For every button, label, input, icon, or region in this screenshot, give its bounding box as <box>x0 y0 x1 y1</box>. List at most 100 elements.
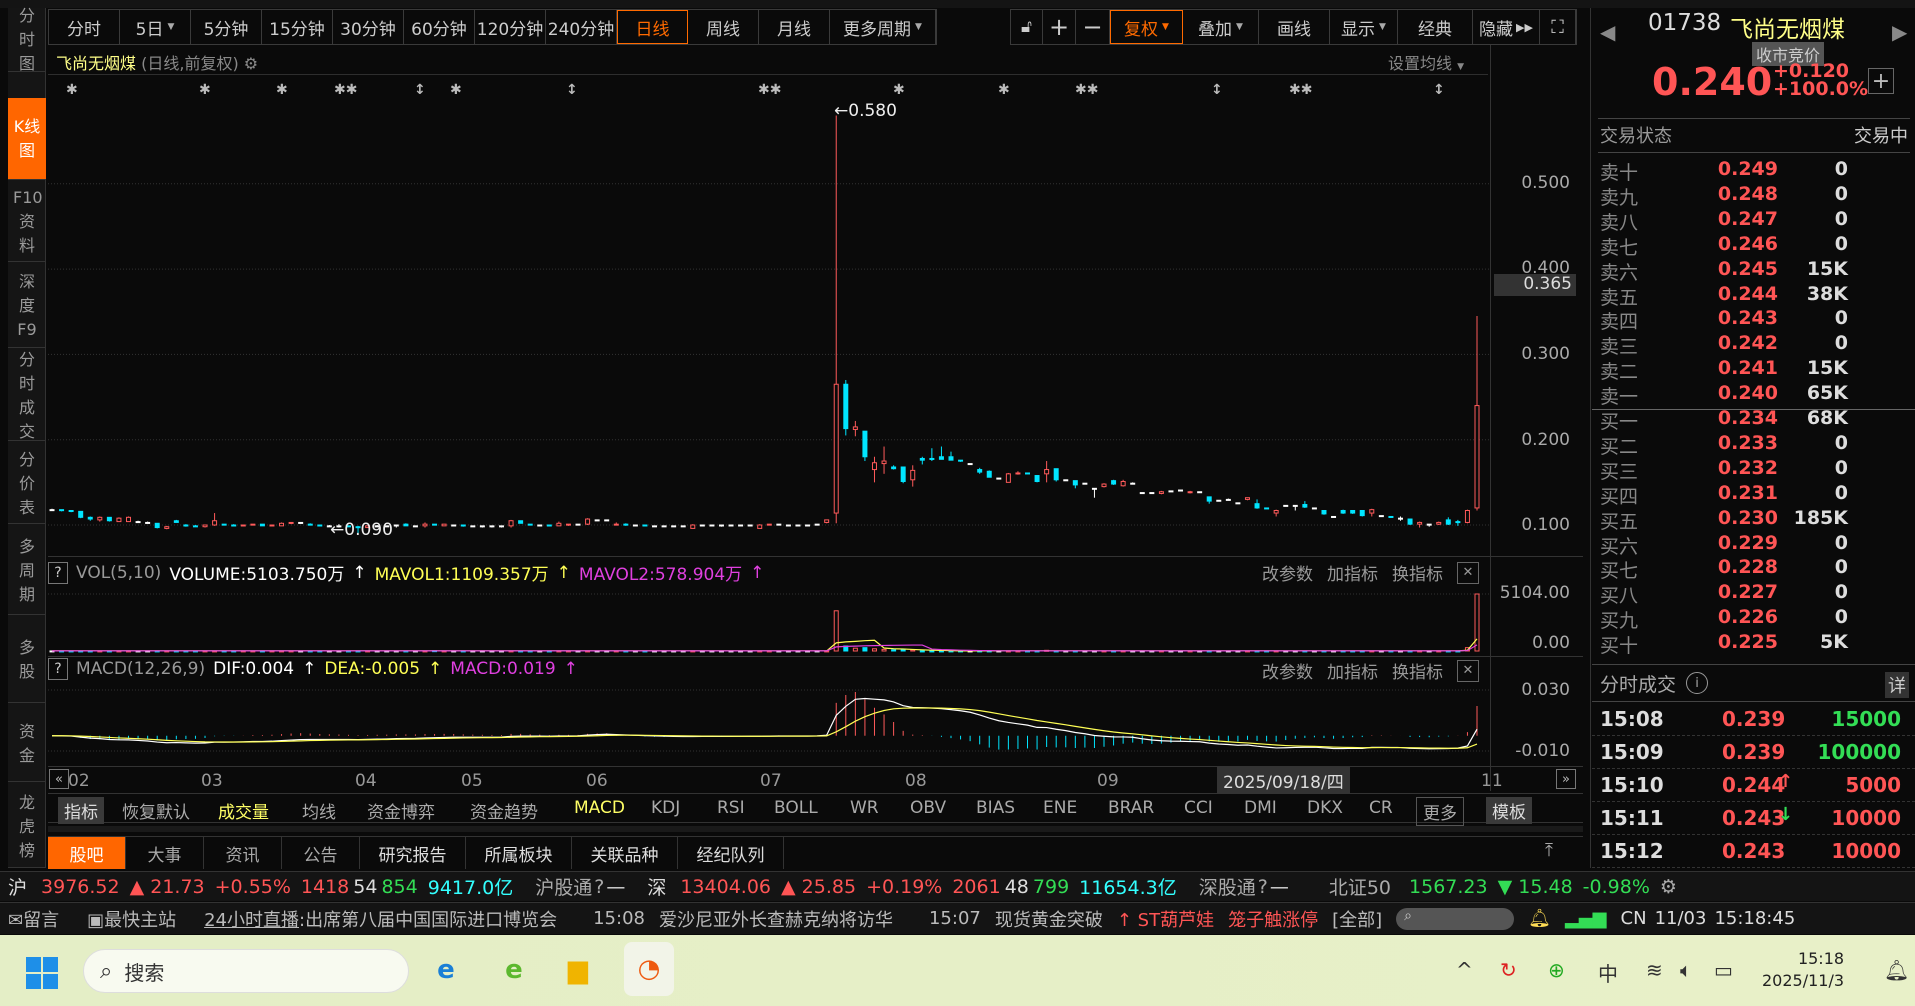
tab-cr[interactable]: CR <box>1363 797 1399 819</box>
help-button[interactable]: ? <box>48 561 68 584</box>
expand-panel-icon[interactable]: ⤒ <box>1545 840 1553 861</box>
period-120min[interactable]: 120分钟 <box>475 10 546 44</box>
tab-dmi[interactable]: DMI <box>1238 797 1283 819</box>
add-indicator-button[interactable]: 加指标 <box>1327 560 1378 585</box>
battery-icon[interactable]: ▭ <box>1714 958 1733 982</box>
sidebar-item-ticks[interactable]: 分时成交 <box>8 350 46 441</box>
order-book-row[interactable]: 卖六 0.245 15K <box>1598 258 1858 284</box>
file-explorer-icon[interactable]: ▆ <box>558 950 598 990</box>
ticks-detail-button[interactable]: 详 <box>1885 672 1909 698</box>
settings-gear-icon[interactable]: ⚙ <box>1660 876 1677 898</box>
period-daily[interactable]: 日线 <box>617 10 688 44</box>
fullscreen-button[interactable]: ⛶ <box>1540 10 1576 44</box>
tab-dkx[interactable]: DKX <box>1301 797 1349 819</box>
info-icon[interactable]: i <box>1686 672 1709 694</box>
sidebar-item-multi-period[interactable]: 多周期 <box>8 527 46 615</box>
order-book-row[interactable]: 卖四 0.243 0 <box>1598 307 1858 333</box>
alert-item[interactable]: 笼子触涨停 <box>1228 906 1318 932</box>
period-weekly[interactable]: 周线 <box>688 10 759 44</box>
order-book-row[interactable]: 卖九 0.248 0 <box>1598 183 1858 209</box>
switch-indicator-button[interactable]: 换指标 <box>1392 658 1443 683</box>
system-clock[interactable]: 15:18 2025/11/3 <box>1762 948 1844 992</box>
ticker-search-input[interactable]: ⌕ <box>1396 907 1515 930</box>
tab-ene[interactable]: ENE <box>1037 797 1083 819</box>
order-book-row[interactable]: 买五 0.230 185K <box>1598 507 1858 533</box>
message-button[interactable]: ✉留言 <box>8 906 73 932</box>
tab-rsi[interactable]: RSI <box>711 797 751 819</box>
edit-params-button[interactable]: 改参数 <box>1262 658 1313 683</box>
ime-indicator[interactable]: 中 <box>1598 958 1618 987</box>
lock-button[interactable]: 🔓︎ <box>1011 10 1043 44</box>
help-button[interactable]: ? <box>48 658 68 680</box>
classic-button[interactable]: 经典 <box>1398 10 1473 44</box>
taskbar-search[interactable]: ⌕ 搜索 <box>83 949 409 993</box>
ie-browser-icon[interactable]: e <box>494 950 534 990</box>
tab-fund-trend[interactable]: 资金趋势 <box>464 797 544 824</box>
add-watchlist-button[interactable]: + <box>1868 68 1894 94</box>
tab-wr[interactable]: WR <box>844 797 885 819</box>
tab-volume[interactable]: 成交量 <box>212 797 275 824</box>
order-book-row[interactable]: 买十 0.225 5K <box>1598 631 1858 657</box>
horizontal-scrollbar[interactable] <box>48 826 1583 832</box>
tab-obv[interactable]: OBV <box>904 797 952 819</box>
close-icon[interactable]: ✕ <box>1457 659 1479 682</box>
order-book-row[interactable]: 买二 0.233 0 <box>1598 432 1858 458</box>
tab-cci[interactable]: CCI <box>1178 797 1219 819</box>
adjust-button[interactable]: 复权 ▼ <box>1110 10 1183 44</box>
alert-item[interactable]: ↑ ST葫芦娃 <box>1117 906 1214 932</box>
period-5day[interactable]: 5日 ▼ <box>120 10 191 44</box>
order-book-row[interactable]: 买六 0.229 0 <box>1598 532 1858 558</box>
add-indicator-button[interactable]: 加指标 <box>1327 658 1378 683</box>
news-item[interactable]: 爱沙尼亚外长查赫克纳将访华 <box>659 906 893 932</box>
period-5min[interactable]: 5分钟 <box>191 10 262 44</box>
period-30min[interactable]: 30分钟 <box>333 10 404 44</box>
tab-broker-queue[interactable]: 经纪队列 <box>678 837 784 869</box>
period-60min[interactable]: 60分钟 <box>404 10 475 44</box>
app-tray-icon[interactable]: ⊕ <box>1548 958 1565 982</box>
server-button[interactable]: ▣最快主站 <box>87 906 190 932</box>
sh-connect-label[interactable]: 沪股通 <box>535 873 592 900</box>
edge-browser-icon[interactable]: e <box>426 950 466 990</box>
sidebar-item-f10[interactable]: F10资料 <box>8 182 46 262</box>
windows-start-icon[interactable] <box>26 957 58 989</box>
order-book-row[interactable]: 买三 0.232 0 <box>1598 457 1858 483</box>
order-book-row[interactable]: 卖三 0.242 0 <box>1598 332 1858 358</box>
live-link[interactable]: 24小时直播 <box>204 906 299 932</box>
tab-restore-default[interactable]: 恢复默认 <box>116 797 196 824</box>
order-book-row[interactable]: 卖一 0.240 65K <box>1598 382 1858 408</box>
tab-kdj[interactable]: KDJ <box>645 797 686 819</box>
period-240min[interactable]: 240分钟 <box>546 10 617 44</box>
tab-forum[interactable]: 股吧 <box>48 837 126 869</box>
edit-params-button[interactable]: 改参数 <box>1262 560 1313 585</box>
sidebar-item-dragon-tiger[interactable]: 龙虎榜 <box>8 786 46 868</box>
order-book-row[interactable]: 买七 0.228 0 <box>1598 556 1858 582</box>
period-more[interactable]: 更多周期 ▼ <box>830 10 936 44</box>
sidebar-item-intraday[interactable]: 分时图 <box>8 6 46 73</box>
zoom-in-button[interactable]: + <box>1043 10 1076 44</box>
next-stock-icon[interactable]: ▶ <box>1892 20 1907 44</box>
switch-indicator-button[interactable]: 换指标 <box>1392 560 1443 585</box>
sidebar-item-funds[interactable]: 资金 <box>8 706 46 782</box>
scroll-left-button[interactable]: « <box>49 769 69 789</box>
period-monthly[interactable]: 月线 <box>759 10 830 44</box>
news-item[interactable]: 现货黄金突破 <box>995 906 1103 932</box>
sidebar-item-multi-stock[interactable]: 多股 <box>8 618 46 703</box>
notification-icon[interactable]: 🔔︎ <box>1884 958 1909 982</box>
tab-sectors[interactable]: 所属板块 <box>466 837 572 869</box>
order-book-row[interactable]: 卖八 0.247 0 <box>1598 208 1858 234</box>
all-news-link[interactable]: [全部] <box>1332 906 1382 932</box>
tab-more[interactable]: 更多 <box>1416 797 1464 826</box>
help-icon[interactable]: ? <box>1258 876 1268 898</box>
hide-button[interactable]: 隐藏 ▶▶ <box>1473 10 1540 44</box>
order-book-row[interactable]: 买九 0.226 0 <box>1598 606 1858 632</box>
scroll-right-button[interactable]: » <box>1556 769 1576 789</box>
order-book-row[interactable]: 买四 0.231 0 <box>1598 482 1858 508</box>
bell-icon[interactable]: 🔔︎ <box>1528 908 1551 929</box>
overlay-button[interactable]: 叠加 ▼ <box>1183 10 1259 44</box>
tab-fund-game[interactable]: 资金博弈 <box>361 797 441 824</box>
period-intraday[interactable]: 分时 <box>49 10 120 44</box>
tab-indicator[interactable]: 指标 <box>58 797 104 824</box>
tab-macd[interactable]: MACD <box>568 797 631 819</box>
order-book-row[interactable]: 卖二 0.241 15K <box>1598 357 1858 383</box>
tab-ma[interactable]: 均线 <box>296 797 342 824</box>
